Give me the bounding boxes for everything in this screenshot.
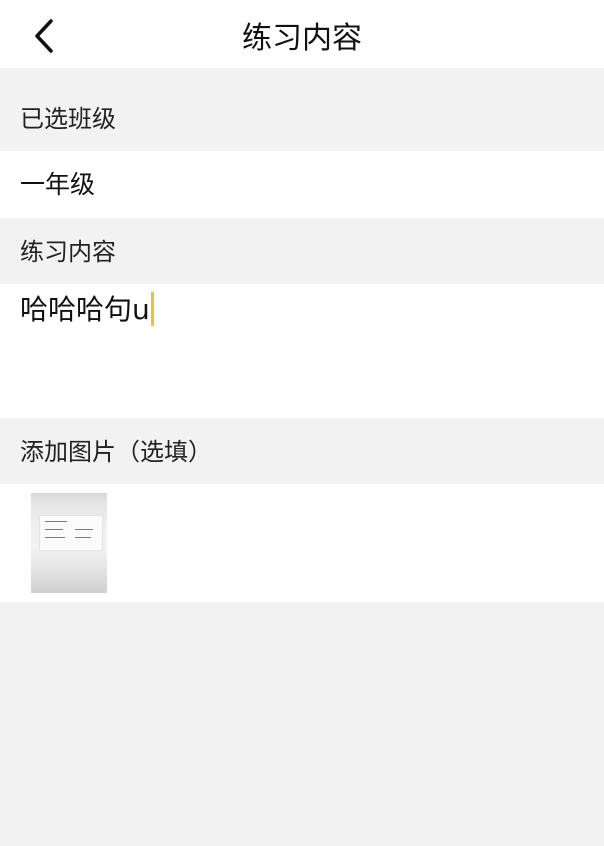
selected-class-row[interactable]: 一年级 xyxy=(0,151,604,218)
practice-content-page: 练习内容 已选班级 一年级 练习内容 哈哈哈句u 添加图片（选填） xyxy=(0,0,604,846)
photo-scribble xyxy=(75,537,91,538)
selected-class-section-label: 已选班级 xyxy=(0,85,604,151)
photo-scribble xyxy=(75,529,93,530)
images-row xyxy=(0,484,604,602)
photo-scribble xyxy=(45,537,65,538)
page-title: 练习内容 xyxy=(242,21,362,56)
images-label: 添加图片（选填） xyxy=(20,438,212,466)
selected-class-label: 已选班级 xyxy=(20,105,116,133)
content-section-label: 练习内容 xyxy=(0,218,604,284)
photo-scribble xyxy=(45,529,63,530)
uploaded-image-thumbnail[interactable] xyxy=(31,493,107,593)
content-input-text[interactable]: 哈哈哈句u xyxy=(20,292,580,326)
photo-scribble xyxy=(45,521,67,522)
text-caret xyxy=(150,292,154,326)
content-textarea[interactable]: 哈哈哈句u xyxy=(0,284,604,418)
content-text: 哈哈哈句u xyxy=(20,293,150,326)
top-bar: 练习内容 xyxy=(0,0,604,68)
selected-class-value: 一年级 xyxy=(20,170,96,199)
content-label: 练习内容 xyxy=(20,238,116,266)
images-section-label: 添加图片（选填） xyxy=(0,418,604,484)
